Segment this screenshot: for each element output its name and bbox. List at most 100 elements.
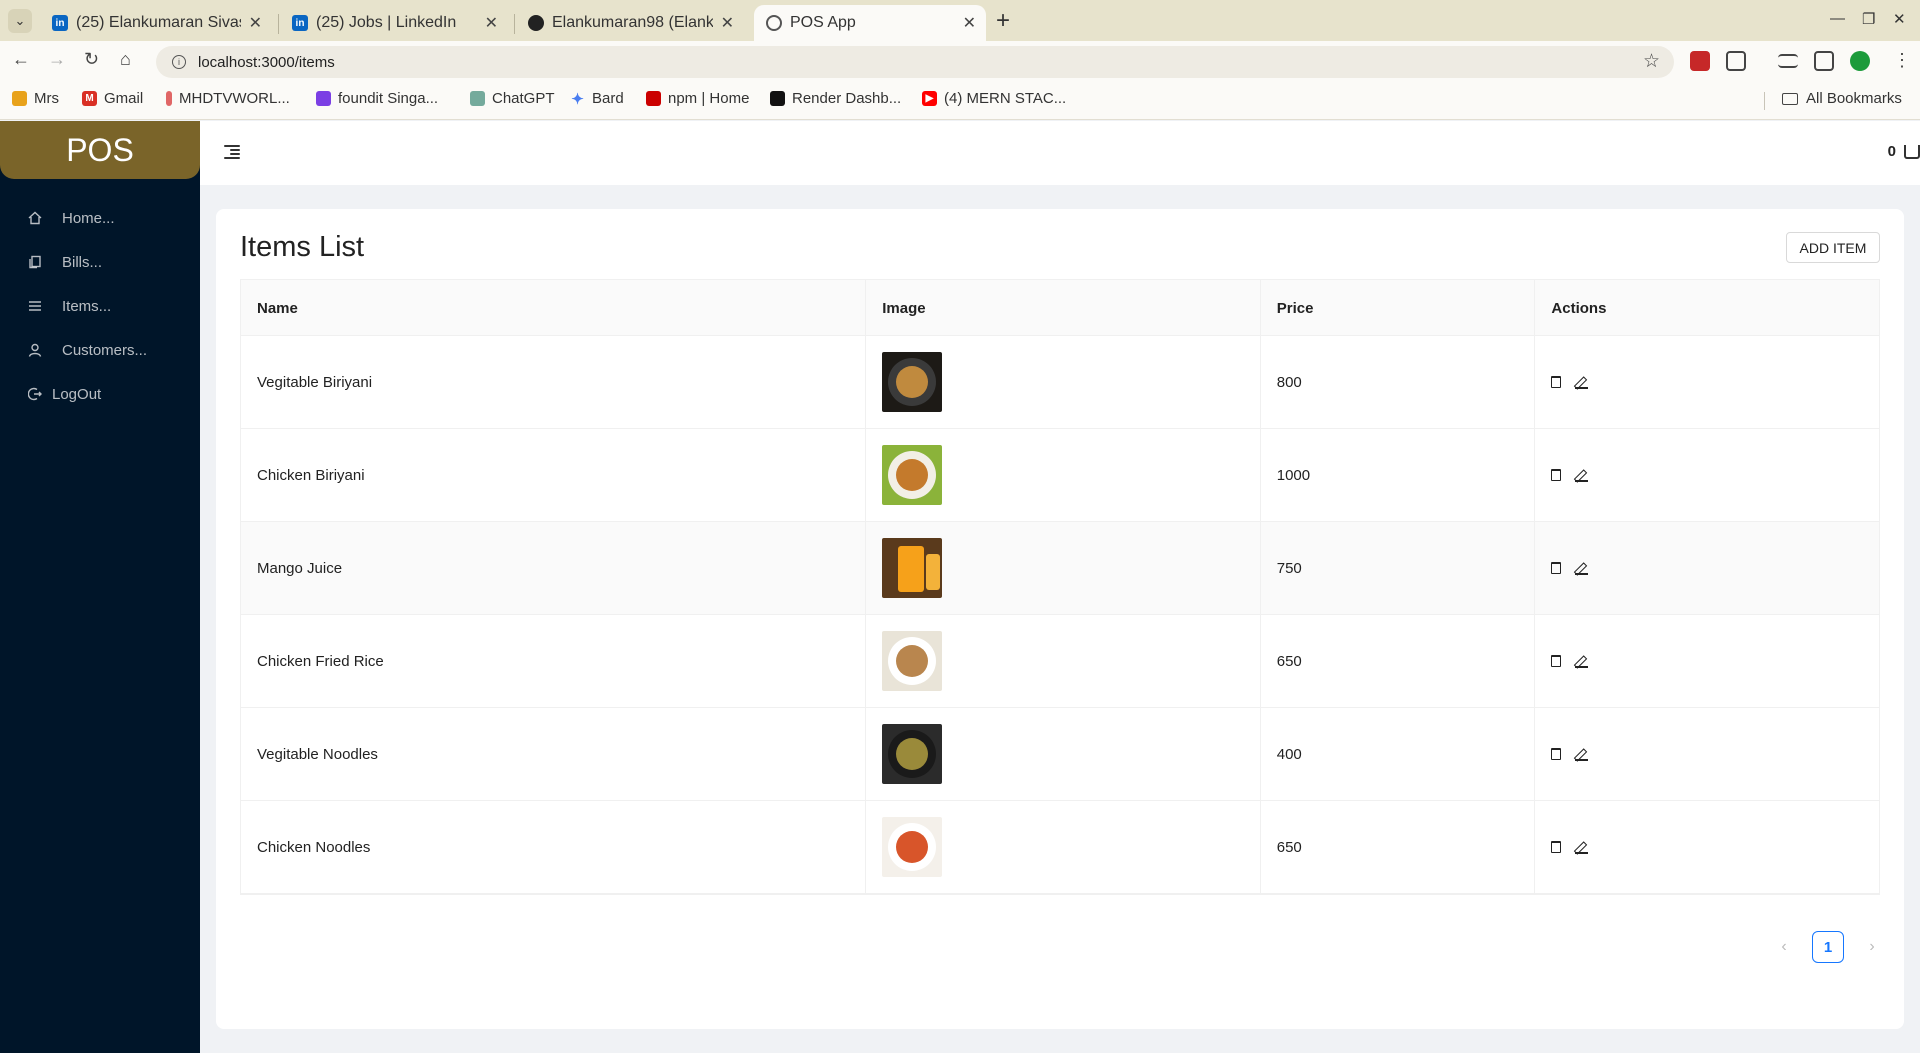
- address-bar[interactable]: i localhost:3000/items ☆: [156, 46, 1674, 78]
- browser-menu-icon[interactable]: ⋮: [1893, 50, 1911, 71]
- page-title: Items List: [240, 231, 365, 263]
- edit-icon[interactable]: [1575, 469, 1589, 482]
- profile-avatar[interactable]: [1850, 51, 1870, 71]
- bookmark-label: MHDTVWORL...: [179, 90, 290, 107]
- sidebar-item-label: LogOut: [52, 385, 102, 403]
- sidebar-item-customers[interactable]: Customers...: [28, 335, 147, 365]
- browser-tab-pos-app[interactable]: POS App ✕: [754, 5, 986, 41]
- list-icon: [28, 299, 42, 313]
- image-cell: [866, 522, 1261, 614]
- item-name: Chicken Fried Rice: [241, 615, 867, 707]
- bookmark-item[interactable]: Render Dashb...: [770, 90, 901, 107]
- tab-title: (25) Jobs | LinkedIn: [316, 14, 457, 31]
- bookmark-label: Render Dashb...: [792, 90, 902, 107]
- all-bookmarks-button[interactable]: All Bookmarks: [1782, 90, 1902, 107]
- delete-icon[interactable]: [1551, 469, 1562, 481]
- image-cell: [866, 429, 1261, 521]
- edit-icon[interactable]: [1575, 376, 1589, 389]
- sidebar-item-home[interactable]: Home...: [28, 203, 115, 233]
- edit-icon[interactable]: [1575, 562, 1589, 575]
- new-tab-icon[interactable]: +: [996, 7, 1010, 35]
- close-tab-icon[interactable]: ✕: [485, 13, 498, 33]
- sidebar-item-items[interactable]: Items...: [28, 291, 111, 321]
- bookmark-item[interactable]: M Gmail: [82, 90, 143, 107]
- media-control-icon[interactable]: [1778, 54, 1798, 68]
- bard-icon: ✦: [571, 90, 584, 108]
- actions-cell: [1535, 522, 1879, 614]
- bookmark-item[interactable]: ▶ (4) MERN STAC...: [922, 90, 1066, 107]
- chatgpt-icon: [470, 91, 485, 106]
- site-info-icon[interactable]: i: [172, 55, 186, 69]
- home-icon[interactable]: ⌂: [120, 49, 131, 70]
- actions-cell: [1535, 708, 1879, 800]
- browser-toolbar: ← → ↻ ⌂ i localhost:3000/items ☆ ⋮: [0, 41, 1920, 82]
- delete-icon[interactable]: [1551, 655, 1562, 667]
- mhdtv-icon: [166, 91, 172, 106]
- item-price: 1000: [1261, 429, 1536, 521]
- delete-icon[interactable]: [1551, 562, 1562, 574]
- bookmarks-divider: [1764, 92, 1765, 110]
- close-tab-icon[interactable]: ✕: [721, 13, 734, 33]
- close-tab-icon[interactable]: ✕: [963, 13, 976, 33]
- bookmark-label: Bard: [592, 90, 624, 107]
- chevron-right-icon[interactable]: ›: [1860, 938, 1884, 956]
- sidebar-item-label: Items...: [62, 297, 112, 315]
- pagination: ‹ 1 ›: [1772, 931, 1884, 963]
- chicken-noodles-photo: [882, 817, 943, 877]
- page-number-current[interactable]: 1: [1812, 931, 1844, 963]
- add-item-button[interactable]: ADD ITEM: [1786, 232, 1880, 263]
- image-cell: [866, 615, 1261, 707]
- browser-tab-linkedin-profile[interactable]: in (25) Elankumaran Sivasubramaniam ✕: [40, 5, 272, 41]
- bookmark-item[interactable]: Mrs: [12, 90, 59, 107]
- browser-tab-github[interactable]: Elankumaran98 (Elankumaran) ✕: [516, 5, 744, 41]
- bookmark-item[interactable]: npm | Home: [646, 90, 749, 107]
- image-cell: [866, 708, 1261, 800]
- item-name: Chicken Noodles: [241, 801, 867, 893]
- image-cell: [866, 336, 1261, 428]
- bookmark-item[interactable]: ✦ Bard: [570, 90, 624, 108]
- extension-icon[interactable]: [1690, 51, 1710, 71]
- app-logo: POS: [0, 121, 200, 179]
- youtube-icon: ▶: [922, 91, 937, 106]
- back-icon[interactable]: ←: [12, 49, 30, 70]
- restore-icon[interactable]: ❐: [1862, 10, 1875, 28]
- edit-icon[interactable]: [1575, 748, 1589, 761]
- forward-icon[interactable]: →: [48, 49, 66, 70]
- side-panel-icon[interactable]: [1814, 51, 1834, 71]
- bookmark-label: Gmail: [104, 90, 144, 107]
- bookmark-item[interactable]: ChatGPT: [470, 90, 555, 107]
- tab-search-icon[interactable]: ⌄: [8, 9, 32, 33]
- bookmark-item[interactable]: MHDTVWORL...: [166, 90, 290, 107]
- app-header: 0: [200, 121, 1920, 185]
- items-table: Name Image Price Actions Vegitable Biriy…: [240, 279, 1880, 895]
- close-tab-icon[interactable]: ✕: [249, 13, 262, 33]
- edit-icon[interactable]: [1575, 655, 1589, 668]
- delete-icon[interactable]: [1551, 841, 1562, 853]
- menu-fold-icon[interactable]: [224, 145, 240, 159]
- delete-icon[interactable]: [1551, 376, 1562, 388]
- close-window-icon[interactable]: ✕: [1893, 10, 1906, 28]
- item-name: Vegitable Noodles: [241, 708, 867, 800]
- url-text: localhost:3000/items: [198, 53, 335, 71]
- chevron-left-icon[interactable]: ‹: [1772, 938, 1796, 956]
- image-cell: [866, 801, 1261, 893]
- render-icon: [770, 91, 785, 106]
- all-bookmarks-label: All Bookmarks: [1806, 90, 1902, 107]
- delete-icon[interactable]: [1551, 748, 1562, 760]
- tab-divider: [514, 14, 515, 34]
- bookmark-star-icon[interactable]: ☆: [1643, 50, 1660, 73]
- bookmark-item[interactable]: foundit Singa...: [316, 90, 438, 107]
- browser-tab-linkedin-jobs[interactable]: in (25) Jobs | LinkedIn ✕: [280, 5, 508, 41]
- mango-juice-photo: [882, 538, 943, 598]
- table-row: Chicken Biriyani 1000: [241, 429, 1879, 522]
- browser-tab-strip: ⌄ in (25) Elankumaran Sivasubramaniam ✕ …: [0, 0, 1920, 41]
- sidebar-item-logout[interactable]: LogOut: [28, 379, 101, 409]
- minimize-icon[interactable]: —: [1830, 10, 1845, 27]
- reload-icon[interactable]: ↻: [84, 49, 99, 70]
- edit-icon[interactable]: [1575, 841, 1589, 854]
- cart-button[interactable]: 0: [1888, 143, 1920, 160]
- extensions-puzzle-icon[interactable]: [1726, 51, 1746, 71]
- column-header-image: Image: [866, 280, 1261, 336]
- sidebar-item-bills[interactable]: Bills...: [28, 247, 102, 277]
- item-price: 650: [1261, 801, 1536, 893]
